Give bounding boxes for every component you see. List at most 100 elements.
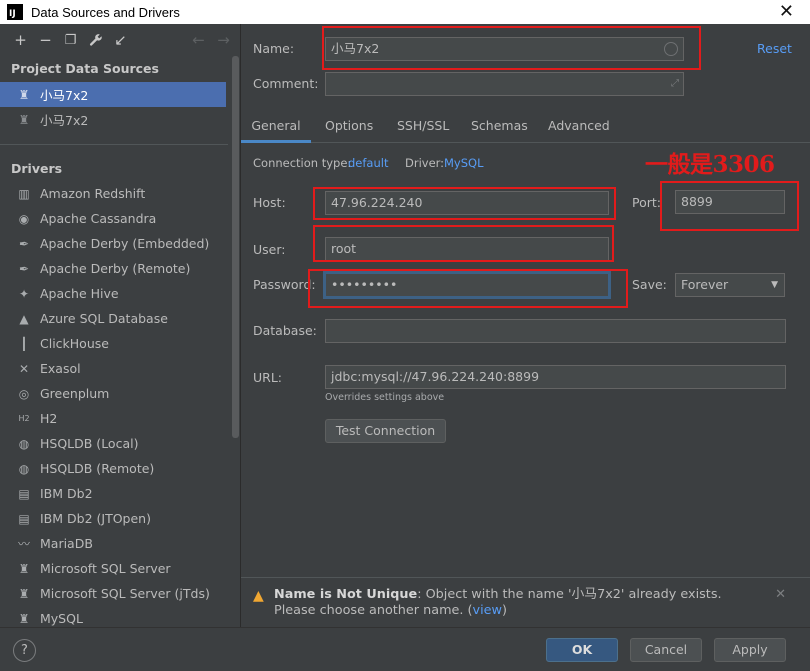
- annotation-text: 一般是3306: [645, 151, 775, 178]
- tab-schemas[interactable]: Schemas: [471, 111, 528, 143]
- connection-type-label: Connection type:: [253, 156, 352, 170]
- driver-label: Microsoft SQL Server (jTds): [40, 586, 210, 601]
- test-connection-button[interactable]: Test Connection: [325, 419, 446, 443]
- window-title: Data Sources and Drivers: [31, 4, 180, 20]
- add-icon[interactable]: +: [8, 29, 33, 51]
- driver-item[interactable]: ▤ IBM Db2 (JTOpen): [0, 506, 240, 531]
- driver-item[interactable]: ┃ ClickHouse: [0, 331, 240, 356]
- mysql-icon: ♜: [18, 112, 30, 127]
- tab-ssh-ssl[interactable]: SSH/SSL: [397, 111, 449, 143]
- driver-item[interactable]: ◎ Greenplum: [0, 381, 240, 406]
- driver-icon: ▲: [19, 311, 29, 326]
- scrollbar-thumb[interactable]: [232, 56, 239, 438]
- wrench-icon[interactable]: [83, 29, 108, 51]
- driver-label: HSQLDB (Local): [40, 436, 139, 451]
- warning-text: Name is Not Unique: Object with the name…: [274, 587, 764, 619]
- driver-item[interactable]: ✦ Apache Hive: [0, 281, 240, 306]
- driver-label: Apache Cassandra: [40, 211, 157, 226]
- help-icon[interactable]: ?: [13, 639, 36, 662]
- driver-item[interactable]: ▥ Amazon Redshift: [0, 181, 240, 206]
- driver-label: Microsoft SQL Server: [40, 561, 171, 576]
- driver-label: Azure SQL Database: [40, 311, 168, 326]
- close-icon[interactable]: ✕: [775, 587, 786, 602]
- url-input[interactable]: jdbc:mysql://47.96.224.240:8899: [325, 365, 786, 389]
- driver-item[interactable]: ◍ HSQLDB (Remote): [0, 456, 240, 481]
- comment-label: Comment:: [253, 76, 319, 91]
- connection-type-link[interactable]: default: [348, 156, 388, 170]
- driver-icon: ♜: [18, 611, 30, 626]
- name-input[interactable]: 小马7x2: [325, 37, 684, 61]
- tab-general[interactable]: General: [241, 111, 311, 143]
- port-label: Port:: [632, 195, 661, 210]
- driver-item[interactable]: ✒ Apache Derby (Remote): [0, 256, 240, 281]
- password-input[interactable]: •••••••••: [325, 273, 609, 297]
- driver-item[interactable]: H2 H2: [0, 406, 240, 431]
- driver-label: Greenplum: [40, 386, 110, 401]
- driver-item[interactable]: ♜ Microsoft SQL Server (jTds): [0, 581, 240, 606]
- driver-item[interactable]: ◉ Apache Cassandra: [0, 206, 240, 231]
- warning-icon: ▲: [253, 588, 264, 604]
- apply-button[interactable]: Apply: [714, 638, 786, 662]
- driver-label: H2: [40, 411, 58, 426]
- data-source-label: 小马7x2: [40, 113, 89, 128]
- driver-item[interactable]: ♜ Microsoft SQL Server: [0, 556, 240, 581]
- data-source-label: 小马7x2: [40, 88, 89, 103]
- tab-options[interactable]: Options: [325, 111, 373, 143]
- warning-banner: ▲ Name is Not Unique: Object with the na…: [241, 577, 810, 627]
- view-link[interactable]: view: [473, 603, 502, 618]
- forward-arrow-icon[interactable]: →: [211, 29, 236, 51]
- left-panel: + − ❐ ↙ ← → Project Data Sources ♜ 小马7x2…: [0, 24, 241, 627]
- remove-icon[interactable]: −: [33, 29, 58, 51]
- driver-link[interactable]: MySQL: [444, 156, 484, 170]
- clear-circle-icon[interactable]: [664, 42, 678, 56]
- close-icon[interactable]: ✕: [779, 1, 794, 22]
- data-source-item[interactable]: ♜ 小马7x2: [0, 107, 240, 132]
- scrollbar[interactable]: [230, 56, 240, 626]
- data-source-item[interactable]: ♜ 小马7x2: [0, 82, 226, 107]
- driver-icon: ▥: [18, 186, 30, 201]
- comment-input[interactable]: ⤢: [325, 72, 684, 96]
- driver-label: IBM Db2: [40, 486, 93, 501]
- driver-item[interactable]: ▲ Azure SQL Database: [0, 306, 240, 331]
- driver-icon: ▤: [18, 486, 30, 501]
- reset-link[interactable]: Reset: [757, 41, 792, 56]
- driver-icon: ♜: [18, 561, 30, 576]
- driver-label: Apache Derby (Remote): [40, 261, 191, 276]
- driver-item[interactable]: ◍ HSQLDB (Local): [0, 431, 240, 456]
- driver-label: Apache Derby (Embedded): [40, 236, 210, 251]
- ok-button[interactable]: OK: [546, 638, 618, 662]
- duplicate-icon[interactable]: ❐: [58, 29, 83, 51]
- driver-icon: ┃: [20, 336, 28, 351]
- save-select[interactable]: Forever ▼: [675, 273, 785, 297]
- driver-icon: H2: [18, 414, 30, 423]
- driver-item[interactable]: ▤ IBM Db2: [0, 481, 240, 506]
- user-label: User:: [253, 242, 286, 257]
- left-toolbar: + − ❐ ↙ ← →: [0, 24, 240, 56]
- driver-item[interactable]: 〰 MariaDB: [0, 531, 240, 556]
- driver-icon: ✒: [18, 261, 30, 276]
- drivers-title: Drivers: [11, 161, 63, 176]
- port-input[interactable]: 8899: [675, 190, 785, 214]
- save-select-value: Forever: [681, 277, 729, 292]
- host-input[interactable]: 47.96.224.240: [325, 191, 609, 215]
- driver-label: Amazon Redshift: [40, 186, 146, 201]
- driver-icon: ♜: [18, 586, 30, 601]
- driver-list: ▥ Amazon Redshift ◉ Apache Cassandra ✒ Apache…: [0, 181, 240, 627]
- driver-item[interactable]: ✕ Exasol: [0, 356, 240, 381]
- cancel-button[interactable]: Cancel: [630, 638, 702, 662]
- driver-icon: ✒: [18, 236, 30, 251]
- driver-label: Apache Hive: [40, 286, 119, 301]
- back-arrow-icon[interactable]: ←: [186, 29, 211, 51]
- user-input[interactable]: root: [325, 237, 609, 261]
- tab-advanced[interactable]: Advanced: [548, 111, 610, 143]
- driver-item[interactable]: ♜ MySQL: [0, 606, 240, 627]
- driver-icon: ◉: [18, 211, 30, 226]
- driver-icon: 〰: [17, 537, 30, 551]
- divider: [0, 144, 228, 145]
- expand-icon[interactable]: ⤢: [671, 73, 679, 95]
- url-label: URL:: [253, 370, 283, 385]
- driver-label: Driver:: [405, 156, 445, 170]
- database-input[interactable]: [325, 319, 786, 343]
- import-icon[interactable]: ↙: [108, 29, 133, 51]
- driver-item[interactable]: ✒ Apache Derby (Embedded): [0, 231, 240, 256]
